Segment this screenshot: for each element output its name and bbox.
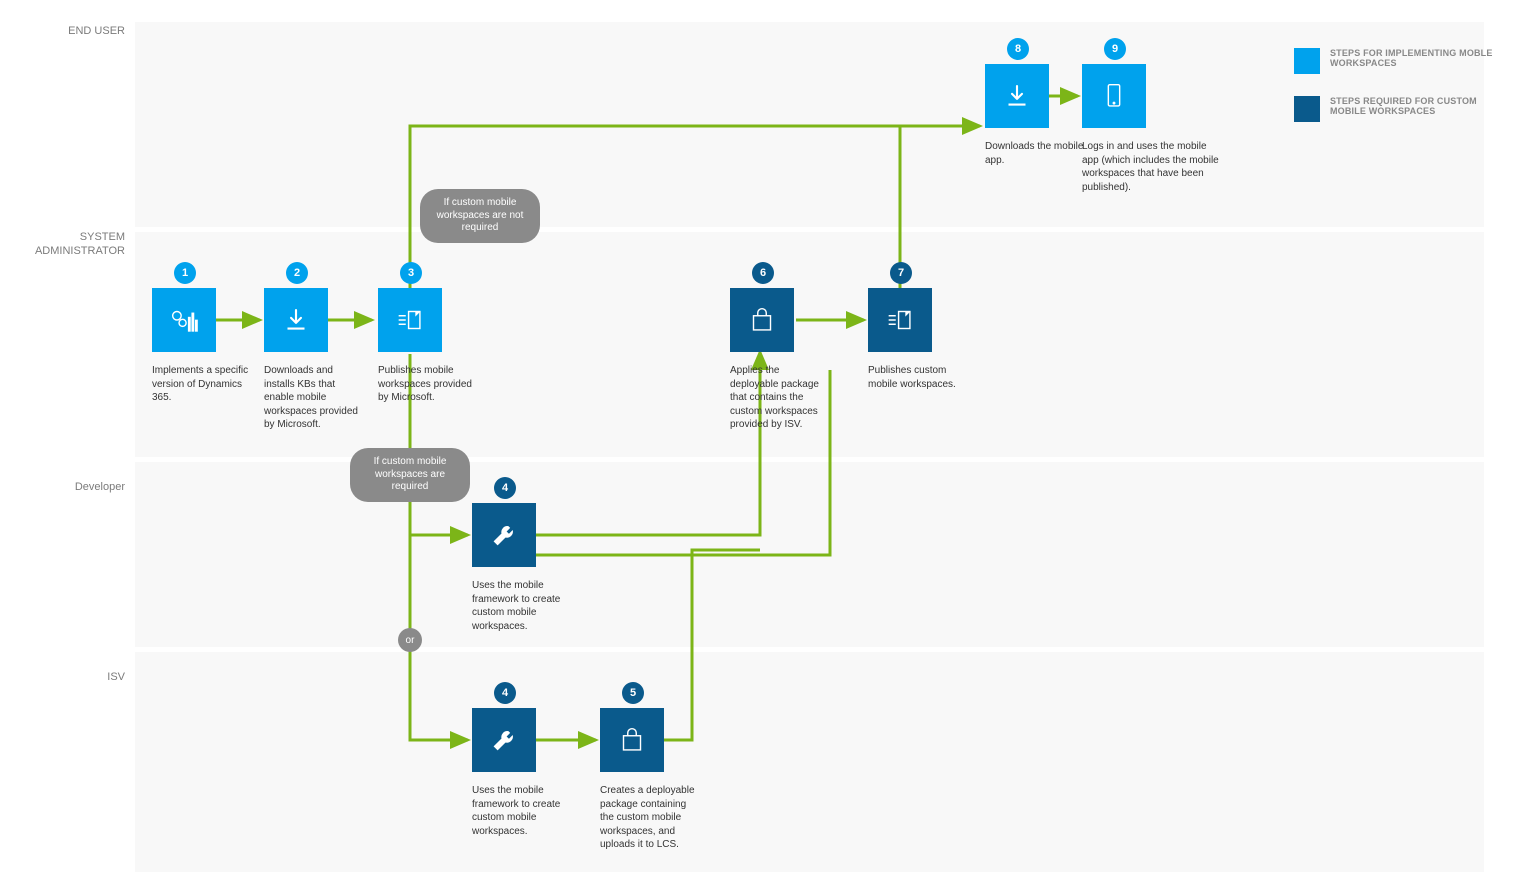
legend-impl: STEPS FOR IMPLEMENTING MOBLE WORKSPACES bbox=[1294, 48, 1494, 74]
step-1: 1 Implements a specific version of Dynam… bbox=[152, 288, 232, 405]
diagram-canvas: END USER SYSTEM ADMINISTRATOR Developer … bbox=[0, 0, 1524, 894]
step-4a-badge: 4 bbox=[494, 477, 516, 499]
download-icon bbox=[264, 288, 328, 352]
step-7-badge: 7 bbox=[890, 262, 912, 284]
download-icon bbox=[985, 64, 1049, 128]
step-5-caption: Creates a deployable package containing … bbox=[600, 784, 700, 852]
step-8-badge: 8 bbox=[1007, 38, 1029, 60]
wrench-icon bbox=[472, 503, 536, 567]
step-3-caption: Publishes mobile workspaces provided by … bbox=[378, 364, 478, 405]
step-4-developer: 4 Uses the mobile framework to create cu… bbox=[472, 503, 552, 633]
step-2: 2 Downloads and installs KBs that enable… bbox=[264, 288, 344, 432]
package-icon bbox=[600, 708, 664, 772]
package-icon bbox=[730, 288, 794, 352]
step-4b-badge: 4 bbox=[494, 682, 516, 704]
publish-icon bbox=[868, 288, 932, 352]
lane-label-isv: ISV bbox=[30, 670, 125, 684]
legend-swatch-light bbox=[1294, 48, 1320, 74]
step-1-badge: 1 bbox=[174, 262, 196, 284]
lane-developer bbox=[135, 462, 1484, 647]
publish-icon bbox=[378, 288, 442, 352]
step-9: 9 Logs in and uses the mobile app (which… bbox=[1082, 64, 1162, 194]
step-3: 3 Publishes mobile workspaces provided b… bbox=[378, 288, 458, 405]
lane-label-developer: Developer bbox=[30, 480, 125, 494]
legend-swatch-dark bbox=[1294, 96, 1320, 122]
step-6: 6 Applies the deployable package that co… bbox=[730, 288, 810, 432]
mobile-icon bbox=[1082, 64, 1146, 128]
step-7: 7 Publishes custom mobile workspaces. bbox=[868, 288, 948, 391]
step-4a-caption: Uses the mobile framework to create cust… bbox=[472, 579, 572, 633]
decision-not-required: If custom mobile workspaces are not requ… bbox=[420, 189, 540, 243]
decision-required: If custom mobile workspaces are required bbox=[350, 448, 470, 502]
step-6-badge: 6 bbox=[752, 262, 774, 284]
step-7-caption: Publishes custom mobile workspaces. bbox=[868, 364, 968, 391]
legend: STEPS FOR IMPLEMENTING MOBLE WORKSPACES … bbox=[1294, 48, 1494, 144]
wrench-icon bbox=[472, 708, 536, 772]
lane-label-sysadmin: SYSTEM ADMINISTRATOR bbox=[30, 230, 125, 259]
step-6-caption: Applies the deployable package that cont… bbox=[730, 364, 830, 432]
step-9-caption: Logs in and uses the mobile app (which i… bbox=[1082, 140, 1222, 194]
decision-or: or bbox=[398, 628, 422, 652]
lane-end-user bbox=[135, 22, 1484, 227]
step-1-caption: Implements a specific version of Dynamic… bbox=[152, 364, 252, 405]
step-8: 8 Downloads the mobile app. bbox=[985, 64, 1065, 167]
step-8-caption: Downloads the mobile app. bbox=[985, 140, 1085, 167]
step-4-isv: 4 Uses the mobile framework to create cu… bbox=[472, 708, 552, 838]
step-5-badge: 5 bbox=[622, 682, 644, 704]
legend-impl-label: STEPS FOR IMPLEMENTING MOBLE WORKSPACES bbox=[1330, 48, 1494, 74]
legend-custom-label: STEPS REQUIRED FOR CUSTOM MOBILE WORKSPA… bbox=[1330, 96, 1494, 122]
step-3-badge: 3 bbox=[400, 262, 422, 284]
step-5: 5 Creates a deployable package containin… bbox=[600, 708, 680, 852]
lane-isv bbox=[135, 652, 1484, 872]
lane-label-end-user: END USER bbox=[30, 24, 125, 38]
step-4b-caption: Uses the mobile framework to create cust… bbox=[472, 784, 572, 838]
legend-custom: STEPS REQUIRED FOR CUSTOM MOBILE WORKSPA… bbox=[1294, 96, 1494, 122]
gear-chart-icon bbox=[152, 288, 216, 352]
step-2-badge: 2 bbox=[286, 262, 308, 284]
step-9-badge: 9 bbox=[1104, 38, 1126, 60]
step-2-caption: Downloads and installs KBs that enable m… bbox=[264, 364, 364, 432]
